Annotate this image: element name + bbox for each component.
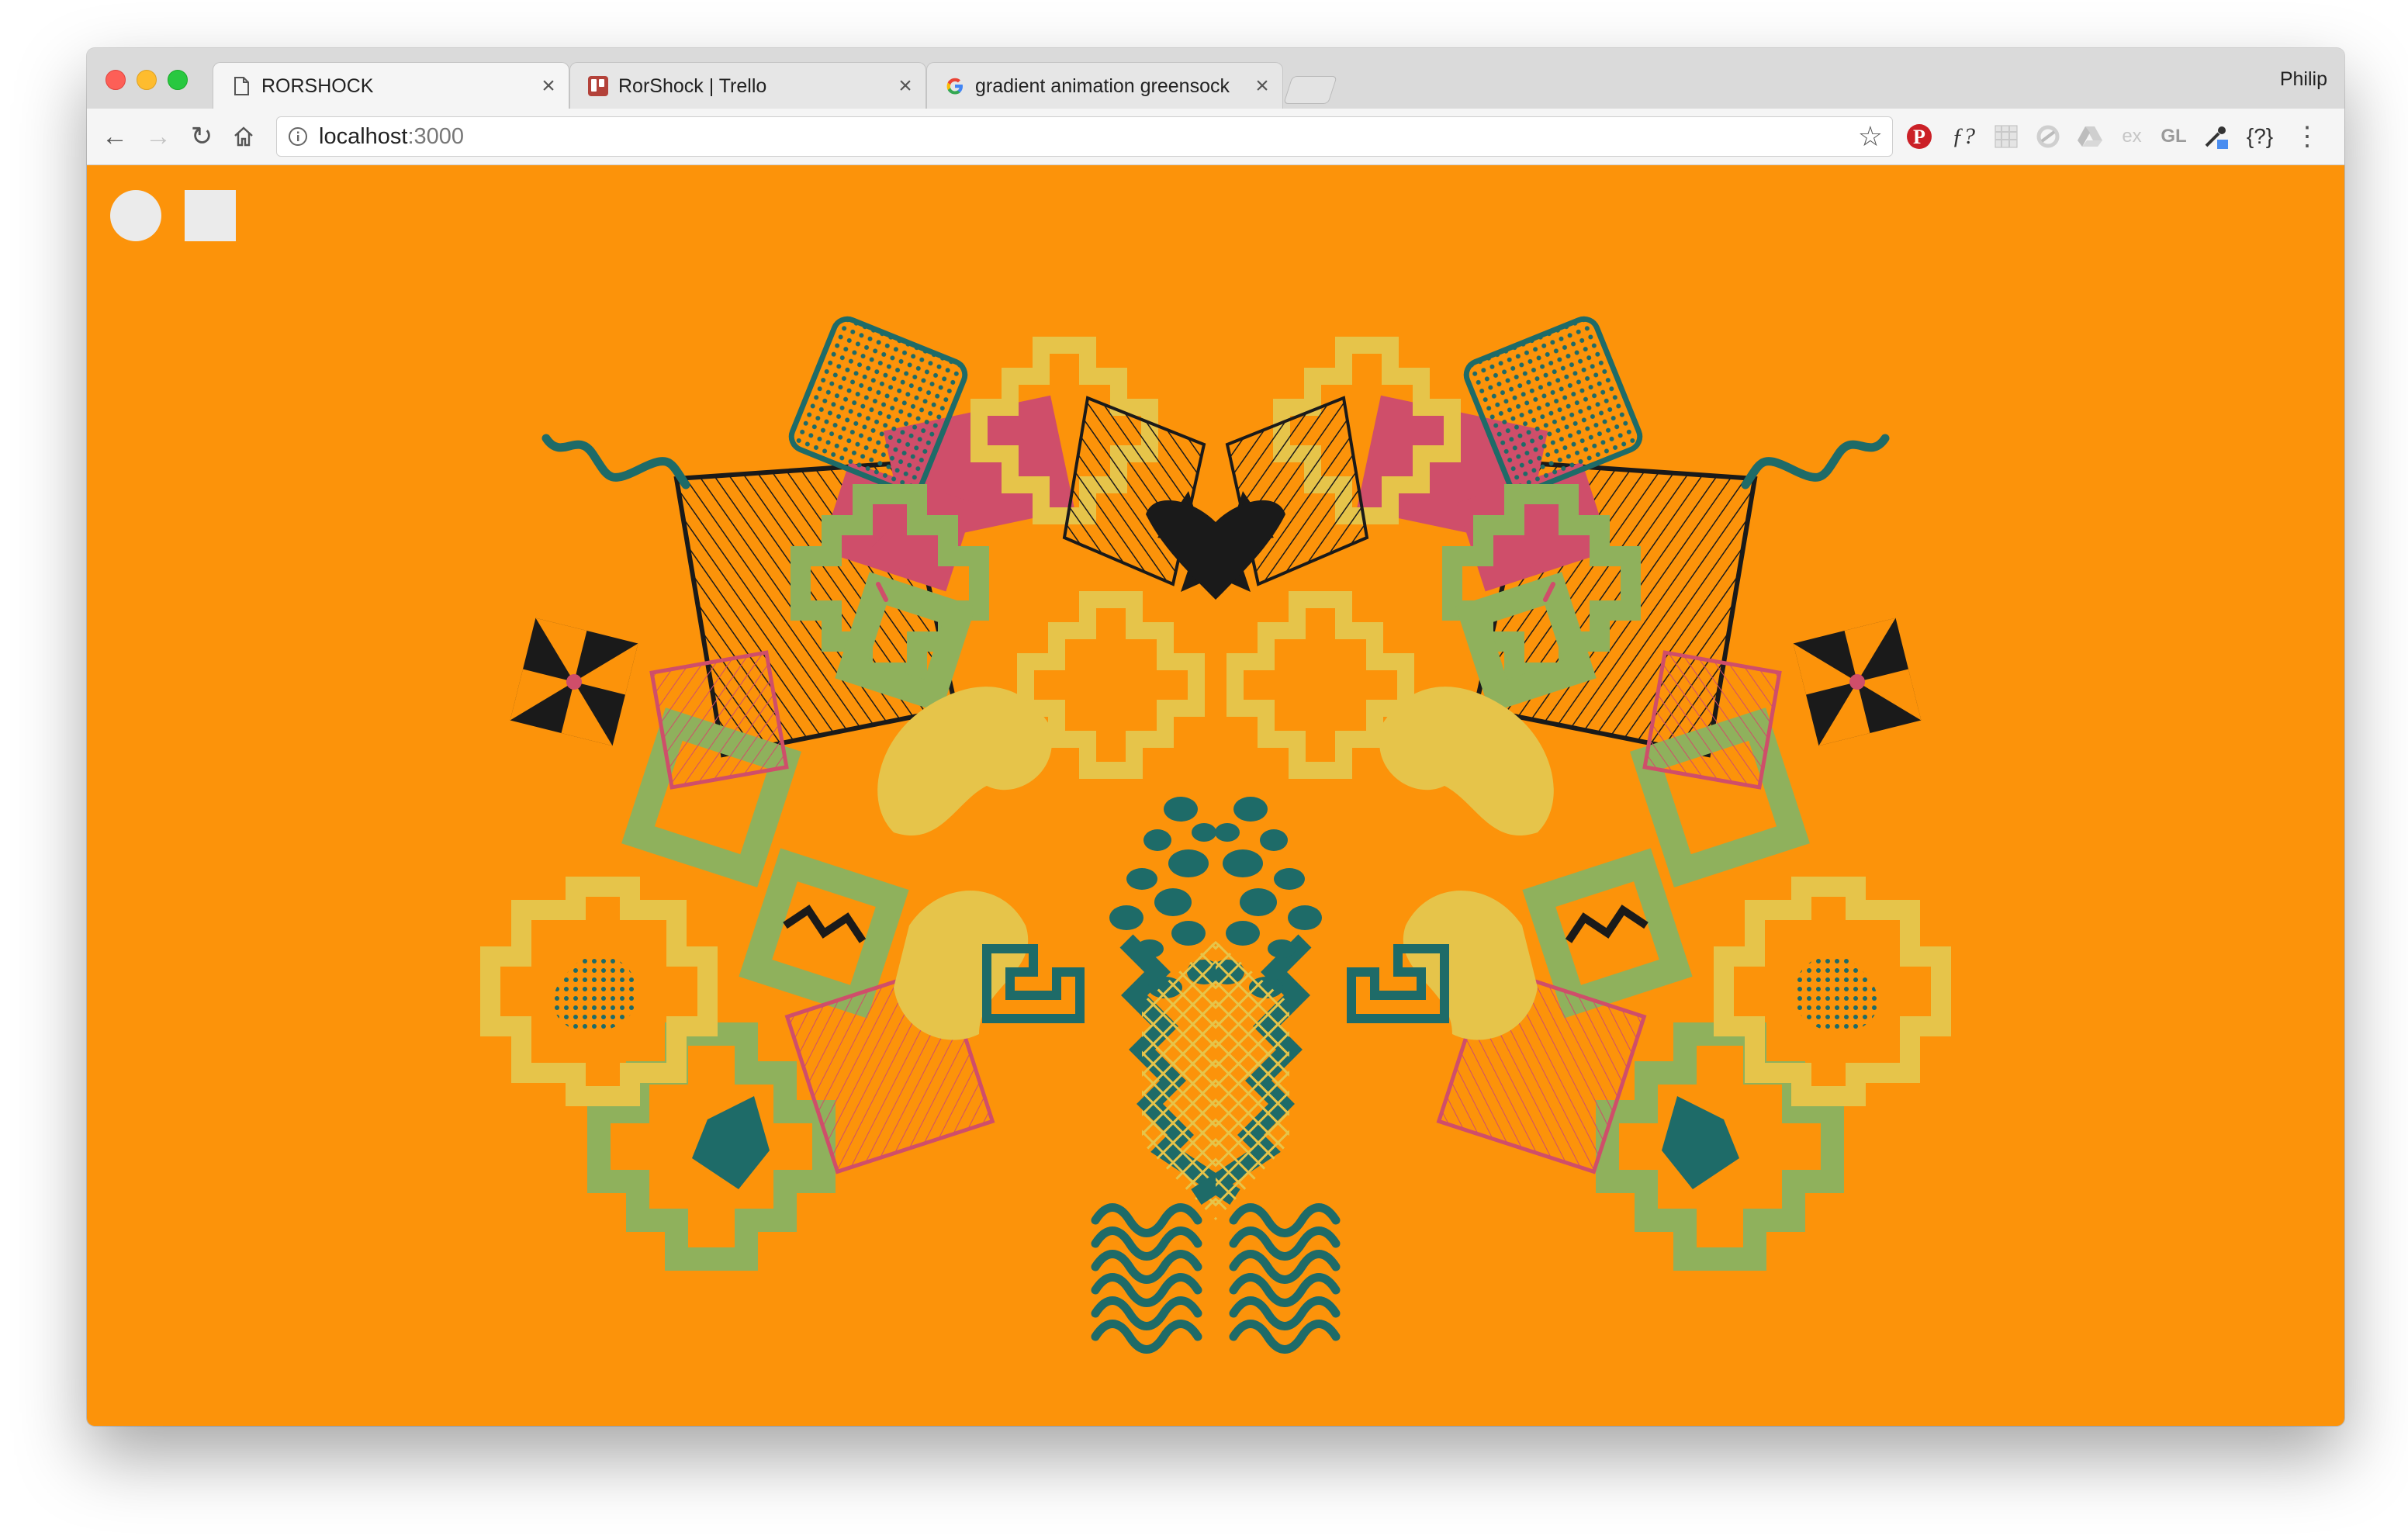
url-port: :3000 — [407, 124, 465, 149]
pattern-extension-icon[interactable] — [1989, 119, 2023, 154]
pinterest-icon[interactable]: P — [1902, 119, 1936, 154]
google-icon — [946, 78, 963, 95]
tab-strip: RORSHOCK × RorShock | Trello × gradient … — [87, 48, 2344, 109]
gl-extension-icon[interactable]: GL — [2157, 119, 2191, 154]
formula-extension-icon[interactable]: ƒ? — [1946, 119, 1981, 154]
trello-icon — [588, 76, 608, 96]
fullscreen-window-button[interactable] — [168, 70, 188, 90]
tab-close-icon[interactable]: × — [1253, 63, 1271, 109]
swirl-extension-icon[interactable] — [2031, 119, 2065, 154]
tab-trello[interactable]: RorShock | Trello × — [569, 62, 926, 109]
json-extension-icon[interactable]: {?} — [2240, 119, 2279, 154]
ex-extension-icon[interactable]: ex — [2115, 119, 2149, 154]
home-icon[interactable] — [227, 119, 261, 154]
document-icon — [234, 77, 249, 95]
back-arrow-icon[interactable]: ← — [98, 119, 132, 154]
minimize-window-button[interactable] — [137, 70, 157, 90]
bookmark-star-icon[interactable]: ☆ — [1858, 120, 1883, 153]
url-text[interactable]: localhost:3000 — [319, 117, 464, 156]
new-tab-button[interactable] — [1283, 76, 1337, 104]
page-viewport — [87, 165, 2344, 1426]
reload-icon[interactable]: ↻ — [185, 119, 219, 154]
forward-arrow-icon[interactable]: → — [141, 119, 175, 154]
profile-name[interactable]: Philip — [2280, 68, 2327, 91]
url-host: localhost — [319, 124, 408, 149]
drive-icon[interactable] — [2073, 119, 2107, 154]
rorschach-artwork — [480, 165, 2344, 1426]
address-bar[interactable]: localhost:3000 ☆ — [276, 116, 1893, 157]
tab-rorshock[interactable]: RORSHOCK × — [213, 62, 569, 109]
info-icon[interactable] — [288, 126, 308, 147]
close-window-button[interactable] — [106, 70, 126, 90]
eyedropper-icon[interactable] — [2199, 119, 2233, 154]
tab-google-search[interactable]: gradient animation greensock × — [926, 62, 1283, 109]
artwork-right-half — [1196, 315, 1941, 1350]
pinterest-letter: P — [1913, 126, 1925, 148]
menu-kebab-icon[interactable]: ⋮ — [2292, 119, 2323, 154]
tab-close-icon[interactable]: × — [539, 63, 558, 109]
browser-window: RORSHOCK × RorShock | Trello × gradient … — [87, 48, 2344, 1426]
tab-title: gradient animation greensock — [975, 75, 1230, 97]
browser-toolbar: ← → ↻ localhost:3000 ☆ P ƒ? ex GL {?} ⋮ — [87, 109, 2344, 165]
artwork-left-half — [480, 316, 1240, 1350]
tab-title: RORSHOCK — [261, 75, 374, 97]
tab-close-icon[interactable]: × — [896, 63, 915, 109]
tab-title: RorShock | Trello — [618, 75, 767, 97]
